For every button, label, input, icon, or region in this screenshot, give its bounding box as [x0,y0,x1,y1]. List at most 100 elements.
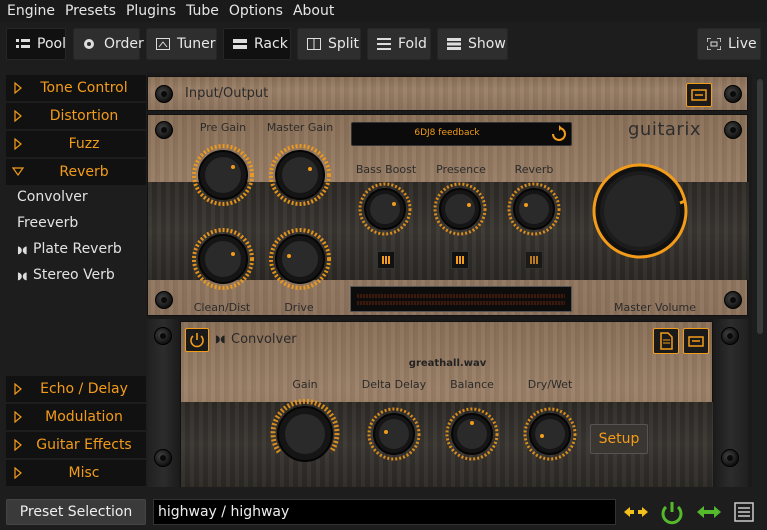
screw-icon [155,291,173,309]
menu-tube[interactable]: Tube [181,0,224,22]
clean-dist-label: Clean/Dist [193,301,251,314]
category-label: Distortion [49,108,119,124]
stereo-icon: ◗◖ [215,334,226,345]
menu-engine[interactable]: Engine [2,0,60,22]
plugin-freeverb[interactable]: Freeverb [17,215,78,231]
input-output-strip[interactable]: Input/Output [147,76,748,111]
presence-label: Presence [436,163,486,176]
bass-boost-label: Bass Boost [355,163,417,176]
category-distortion[interactable]: Distortion [6,103,146,129]
expand-arrow-icon [14,467,22,479]
screw-icon [721,327,739,345]
convolver-title: Convolver [231,332,297,347]
plugin-stereo-verb[interactable]: ◗◖ Stereo Verb [17,267,115,283]
dry-wet-knob[interactable] [522,406,578,462]
split-label: Split [328,36,360,52]
preset-arrows-icon[interactable] [622,499,650,525]
current-preset-field[interactable]: highway / highway [153,499,616,525]
tuner-button[interactable]: Tuner [146,28,217,60]
drive-knob[interactable] [267,226,333,292]
plugin-settings-icon [691,89,707,101]
convolver-setup-button[interactable]: Setup [590,424,648,454]
collapse-arrow-icon [12,167,24,177]
category-tone-control[interactable]: Tone Control [6,75,146,101]
master-volume-knob[interactable] [590,161,690,261]
presence-switch[interactable] [451,251,469,269]
live-button[interactable]: Live [697,28,761,60]
menu-plugins[interactable]: Plugins [121,0,181,22]
delta-delay-knob[interactable] [366,406,422,462]
order-button[interactable]: Order [73,28,144,60]
amp-preset-name: 6DJ8 feedback [414,128,480,138]
split-button[interactable]: Split [297,28,361,60]
io-label: Input/Output [185,86,269,101]
menu-presets[interactable]: Presets [60,0,121,22]
category-reverb[interactable]: Reverb [6,159,146,185]
reverb-switch[interactable] [525,251,543,269]
log-list-icon[interactable] [732,499,756,525]
convolver-settings-button[interactable] [683,328,709,354]
delta-delay-label: Delta Delay [361,378,427,391]
master-gain-label: Master Gain [266,121,334,134]
plugin-plate-reverb[interactable]: ◗◖ Plate Reverb [17,241,122,257]
category-misc[interactable]: Misc [6,460,146,486]
amp-preset-display[interactable]: 6DJ8 feedback [351,122,572,146]
plugin-convolver[interactable]: Convolver [17,189,88,205]
order-label: Order [104,36,144,52]
document-icon [660,332,673,350]
show-button[interactable]: Show [437,28,508,60]
rack-rail-right [713,319,748,487]
convolver-power-button[interactable] [185,328,209,352]
rack-button[interactable]: Rack [223,28,291,60]
bypass-arrows-icon[interactable] [695,499,723,525]
screw-icon [154,327,172,345]
clean-dist-knob[interactable] [190,226,256,292]
bass-boost-switch[interactable] [377,251,395,269]
category-echo-delay[interactable]: Echo / Delay [6,376,146,402]
category-label: Reverb [59,164,109,180]
category-label: Modulation [45,409,123,425]
category-label: Misc [68,465,100,481]
drive-label: Drive [284,301,314,314]
show-icon [447,38,461,50]
rack-area: Input/Output 6DJ8 feedback guitarix Pre … [147,73,767,487]
convolver-preset-button[interactable] [653,328,679,354]
category-fuzz[interactable]: Fuzz [6,131,146,157]
toolbar: Pool Order Tuner Rack Split Fold Show Li… [0,28,767,62]
pool-button[interactable]: Pool [6,28,66,60]
plugin-category-panel: Tone Control Distortion Fuzz Reverb Conv… [6,73,146,487]
category-modulation[interactable]: Modulation [6,404,146,430]
reverb-knob[interactable] [506,181,562,237]
power-icon[interactable] [658,499,686,525]
io-settings-button[interactable] [686,83,712,107]
master-gain-knob[interactable] [267,142,333,208]
power-icon [190,333,204,348]
convolver-module: ◗◖ Convolver greathall.wav Gain Delta De… [147,319,748,487]
menu-about[interactable]: About [288,0,339,22]
scrollbar-thumb[interactable] [757,79,763,334]
presence-knob[interactable] [432,181,488,237]
category-label: Fuzz [68,136,100,152]
live-label: Live [728,36,757,52]
pre-gain-label: Pre Gain [199,121,247,134]
expand-arrow-icon [14,383,22,395]
brand-logo: guitarix [628,119,701,140]
rack-scrollbar[interactable] [752,73,767,487]
pre-gain-knob[interactable] [190,142,256,208]
category-guitar-effects[interactable]: Guitar Effects [6,432,146,458]
fold-label: Fold [398,36,427,52]
preset-selection-button[interactable]: Preset Selection [6,499,146,525]
convolver-gain-knob[interactable] [265,394,345,474]
screw-icon [724,85,742,103]
expand-arrow-icon [14,439,22,451]
meter-bar-left [357,294,565,298]
bass-boost-knob[interactable] [357,181,413,237]
screw-icon [724,121,742,139]
gear-icon [83,38,97,50]
reverb-label: Reverb [514,163,554,176]
menu-options[interactable]: Options [224,0,288,22]
cycle-icon[interactable] [549,124,569,144]
fold-button[interactable]: Fold [367,28,431,60]
balance-knob[interactable] [444,406,500,462]
tuner-icon [156,38,170,50]
